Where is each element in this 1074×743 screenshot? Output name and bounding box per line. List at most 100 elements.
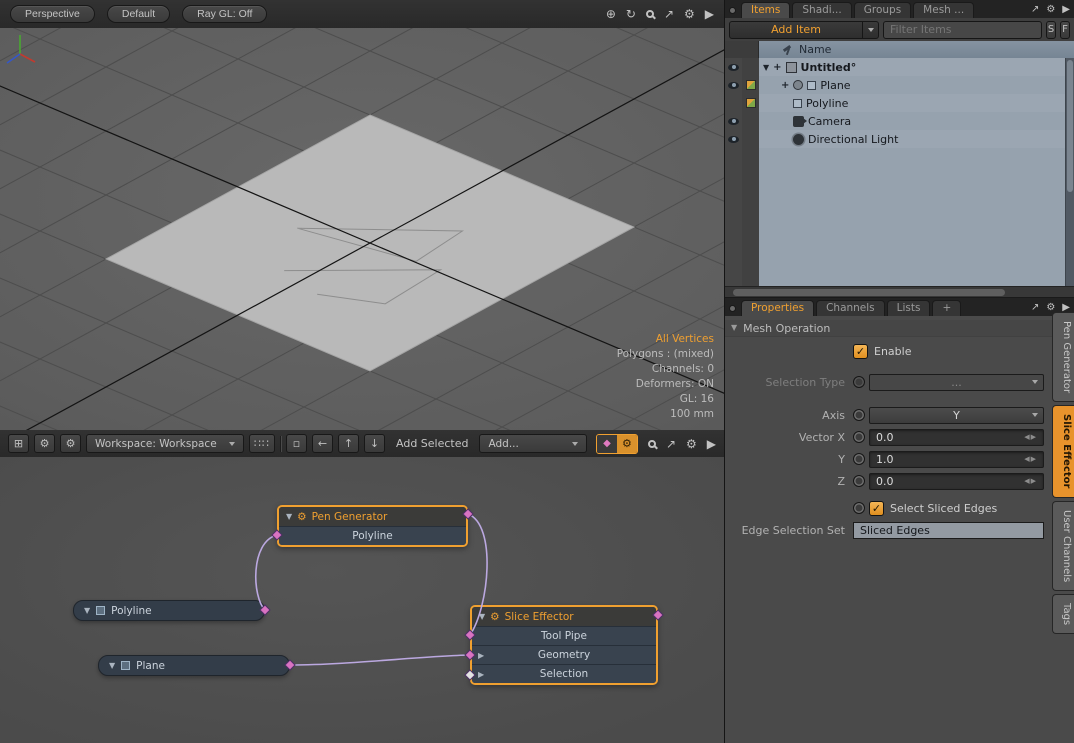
badge-cell[interactable]: [742, 94, 759, 112]
node-slice-effector-row-toolpipe[interactable]: Tool Pipe: [472, 626, 656, 645]
raygl-button[interactable]: Ray GL: Off: [182, 5, 267, 23]
flyout-arrow-icon[interactable]: ▶: [1062, 5, 1070, 15]
filter-items-input[interactable]: [883, 21, 1042, 39]
stepper-icon[interactable]: ◀▶: [1024, 433, 1037, 441]
name-column-header[interactable]: Name: [759, 41, 1074, 58]
gear-icon[interactable]: ⚙: [1046, 5, 1055, 15]
expand-icon[interactable]: ↗: [1031, 5, 1039, 15]
node-plane[interactable]: ▼ Plane: [98, 655, 290, 676]
side-tab-pen-generator[interactable]: Pen Generator: [1052, 312, 1074, 402]
flyout-arrow-icon[interactable]: ▶: [707, 438, 716, 450]
search-icon[interactable]: [648, 440, 656, 448]
node-pen-generator[interactable]: ▼ ⚙ Pen Generator Polyline: [277, 505, 468, 547]
expand-icon[interactable]: ↗: [666, 438, 676, 450]
badge-cell[interactable]: [742, 76, 759, 94]
workspace-add-gear-icon[interactable]: ⚙: [60, 434, 81, 453]
axis-dropdown[interactable]: Y: [869, 407, 1044, 424]
channel-toggle[interactable]: [853, 453, 865, 465]
tab-properties[interactable]: Properties: [741, 300, 814, 316]
vscroll-thumb[interactable]: [1067, 60, 1073, 192]
node-slice-effector[interactable]: ▼ ⚙ Slice Effector Tool Pipe ▶ Geometry …: [470, 605, 658, 685]
expand-row-icon[interactable]: ▶: [478, 670, 484, 679]
tab-channels[interactable]: Channels: [816, 300, 885, 316]
twirl-down-icon[interactable]: ▼: [763, 63, 769, 72]
visibility-cell[interactable]: [725, 76, 742, 94]
vector-z-field[interactable]: 0.0 ◀▶: [869, 473, 1044, 490]
edge-selection-set-field[interactable]: Sliced Edges: [853, 522, 1044, 539]
item-label-area[interactable]: ▼ + Untitled°: [759, 58, 1074, 76]
frame-select-icon[interactable]: ▫: [286, 434, 307, 453]
collapse-icon[interactable]: ▼: [286, 513, 292, 521]
node-slice-effector-row-geometry[interactable]: ▶ Geometry: [472, 645, 656, 664]
meshop-badge-icon[interactable]: [746, 80, 756, 90]
eye-icon[interactable]: [728, 82, 739, 89]
stepper-icon[interactable]: ◀▶: [1024, 455, 1037, 463]
channel-toggle[interactable]: [853, 409, 865, 421]
expand-row-icon[interactable]: ▶: [478, 651, 484, 660]
item-list-hscrollbar[interactable]: [725, 286, 1074, 297]
tab-lists[interactable]: Lists: [887, 300, 931, 316]
node-polyline[interactable]: ▼ Polyline: [73, 600, 265, 621]
tab-shading[interactable]: Shadi...: [792, 2, 851, 18]
view-mode-button[interactable]: Perspective: [10, 5, 95, 23]
channel-toggle[interactable]: [853, 475, 865, 487]
collapse-icon[interactable]: ▼: [109, 662, 115, 670]
side-tab-tags[interactable]: Tags: [1052, 594, 1074, 634]
arrow-down-icon[interactable]: ↓: [364, 434, 385, 453]
arrow-left-icon[interactable]: ←: [312, 434, 333, 453]
palette-grid-icon[interactable]: ∷∷: [249, 434, 275, 453]
item-row-untitled[interactable]: ▼ + Untitled°: [725, 58, 1074, 76]
pan-icon[interactable]: ⊕: [606, 8, 616, 20]
filter-s-button[interactable]: S: [1046, 21, 1056, 39]
enable-checkbox[interactable]: ✓: [853, 344, 868, 359]
3d-viewport[interactable]: All Vertices Polygons : (mixed) Channels…: [0, 28, 724, 430]
item-label-area[interactable]: + Plane: [759, 76, 1074, 94]
vector-x-field[interactable]: 0.0 ◀▶: [869, 429, 1044, 446]
select-sliced-checkbox[interactable]: ✓: [869, 501, 884, 516]
expand-icon[interactable]: ↗: [1031, 303, 1039, 313]
arrow-up-icon[interactable]: ↑: [338, 434, 359, 453]
collapse-icon[interactable]: ▼: [84, 607, 90, 615]
collapse-icon[interactable]: ▼: [479, 613, 485, 621]
item-row-camera[interactable]: Camera: [725, 112, 1074, 130]
eye-icon[interactable]: [728, 136, 739, 143]
node-pen-generator-header[interactable]: ▼ ⚙ Pen Generator: [279, 507, 466, 526]
panel-handle[interactable]: [729, 7, 736, 14]
stepper-icon[interactable]: ◀▶: [1024, 477, 1037, 485]
add-dropdown[interactable]: Add...: [479, 434, 587, 453]
visibility-cell[interactable]: [725, 112, 742, 130]
expand-icon[interactable]: ↗: [664, 8, 674, 20]
gear-icon[interactable]: ⚙: [684, 8, 695, 20]
item-label-area[interactable]: Polyline: [759, 94, 1074, 112]
visibility-cell[interactable]: [725, 130, 742, 148]
flyout-arrow-icon[interactable]: ▶: [705, 8, 714, 20]
item-row-directional-light[interactable]: Directional Light: [725, 130, 1074, 148]
layout-icon[interactable]: ⊞: [8, 434, 29, 453]
workspace-dropdown[interactable]: Workspace: Workspace: [86, 434, 244, 453]
shading-mode-button[interactable]: Default: [107, 5, 170, 23]
node-slice-effector-header[interactable]: ▼ ⚙ Slice Effector: [472, 607, 656, 626]
mesh-operation-section-header[interactable]: ▼ Mesh Operation: [725, 320, 1074, 337]
item-label-area[interactable]: Directional Light: [759, 130, 1074, 148]
item-list-vscrollbar[interactable]: [1065, 58, 1074, 286]
channel-toggle[interactable]: [853, 376, 865, 388]
node-slice-effector-row-selection[interactable]: ▶ Selection: [472, 664, 656, 683]
visibility-cell[interactable]: [725, 58, 742, 76]
item-row-plane[interactable]: + Plane: [725, 76, 1074, 94]
hscroll-thumb[interactable]: [733, 289, 1005, 296]
rotate-icon[interactable]: ↻: [626, 8, 636, 20]
panel-handle[interactable]: [729, 305, 736, 312]
add-item-button[interactable]: Add Item: [729, 21, 879, 39]
tab-mesh[interactable]: Mesh ...: [913, 2, 974, 18]
tab-groups[interactable]: Groups: [854, 2, 911, 18]
meshop-badge-icon[interactable]: [746, 98, 756, 108]
zoom-icon[interactable]: [646, 10, 654, 18]
tab-add[interactable]: +: [932, 300, 961, 316]
vector-y-field[interactable]: 1.0 ◀▶: [869, 451, 1044, 468]
expand-plus-icon[interactable]: +: [781, 80, 789, 91]
active-gear-icon[interactable]: ⚙: [617, 435, 637, 453]
visibility-cell[interactable]: [725, 94, 742, 112]
item-label-area[interactable]: Camera: [759, 112, 1074, 130]
item-row-polyline[interactable]: Polyline: [725, 94, 1074, 112]
workspace-gear-icon[interactable]: ⚙: [34, 434, 55, 453]
